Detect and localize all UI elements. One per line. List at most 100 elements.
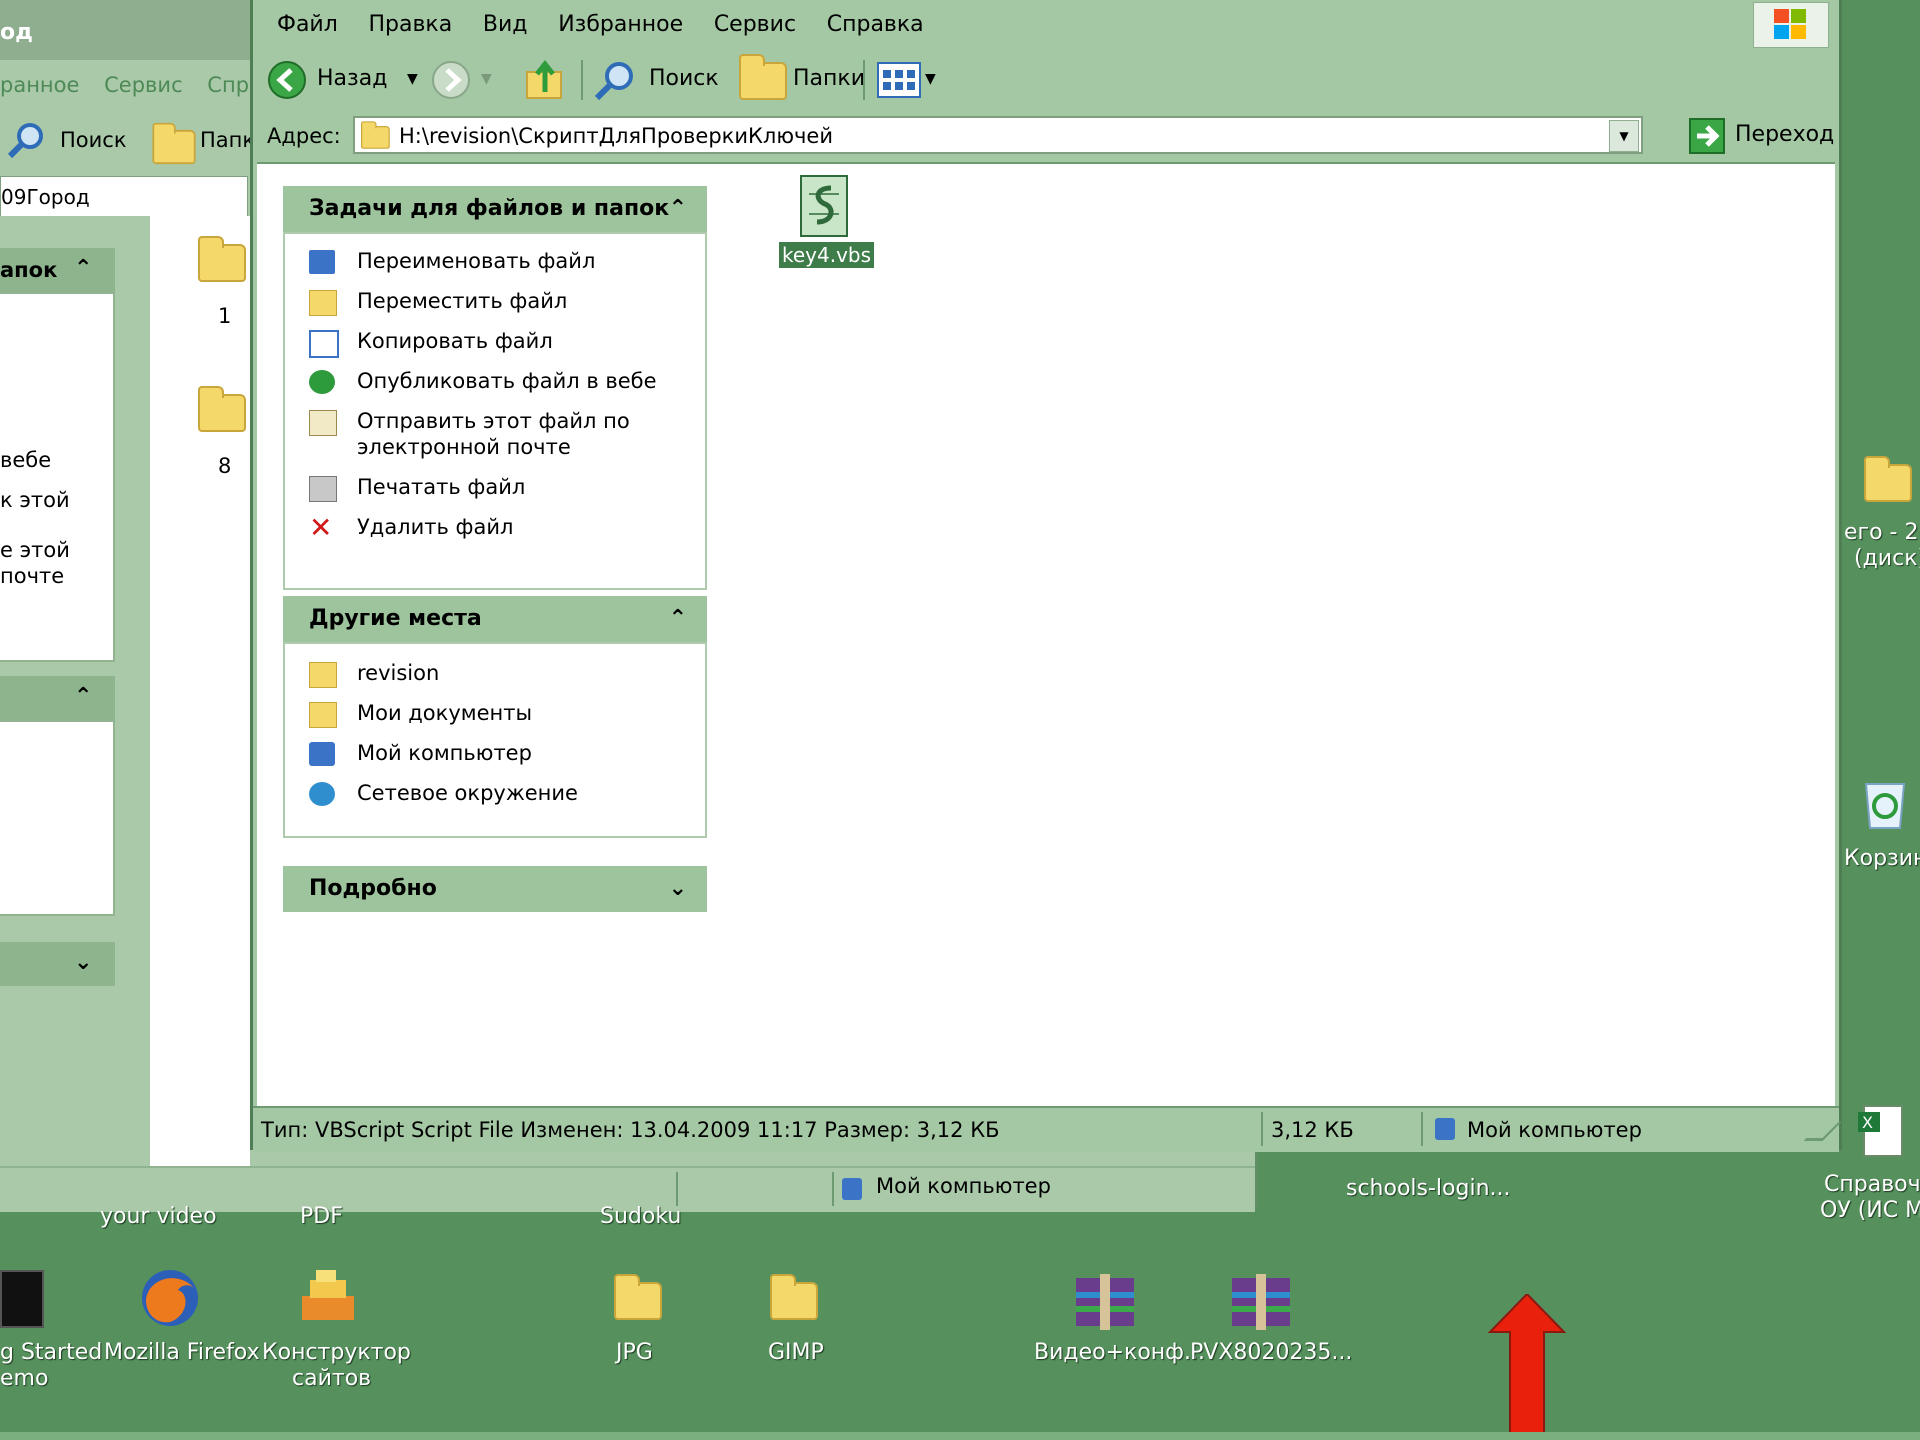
desktop-icon[interactable]: Видео+конф... [1030, 1270, 1205, 1380]
desktop-icon-label: g Started [0, 1340, 103, 1365]
bg-folder-column: 1 8 [150, 216, 250, 1166]
bg-address-field[interactable]: 09Город [0, 176, 248, 218]
desktop-icon-label: Корзин [1844, 846, 1920, 871]
desktop-icon-label: JPG [616, 1340, 653, 1365]
computer-icon [842, 1178, 862, 1200]
status-file-info: Тип: VBScript Script File Изменен: 13.04… [261, 1118, 1000, 1142]
address-field[interactable]: H:\revision\СкриптДляПроверкиКлючей ▼ [353, 116, 1643, 154]
menu-help[interactable]: Справка [827, 1, 924, 49]
bg-task-fragment[interactable]: к этой [0, 488, 70, 512]
menu-edit[interactable]: Правка [368, 1, 452, 49]
archive-icon [1232, 1274, 1290, 1330]
search-label: Поиск [649, 66, 719, 91]
computer-icon [1435, 1118, 1455, 1140]
task-pane: Задачи для файлов и папок ⌃ Переименоват… [257, 164, 717, 1104]
collapse-icon[interactable]: ⌃ [74, 256, 92, 281]
bg-panel-header[interactable]: ⌄ [0, 942, 115, 986]
folder-icon [1864, 456, 1912, 502]
go-label: Переход [1735, 122, 1835, 147]
menu-service[interactable]: Сервис [714, 1, 796, 49]
go-arrow-icon [1689, 118, 1725, 154]
bg-menu-help[interactable]: Спр [207, 73, 249, 97]
documents-icon [309, 702, 337, 728]
tasks-panel: Переименовать файл Переместить файл Копи… [283, 232, 707, 590]
rename-icon [309, 250, 335, 274]
desktop-icon[interactable]: JPG [600, 1270, 680, 1380]
desktop-icon[interactable]: PVX8020235... [1186, 1270, 1352, 1380]
expand-icon[interactable]: ⌄ [74, 950, 92, 975]
desktop-icon-label: Mozilla Firefox [104, 1340, 260, 1365]
tasks-panel-header[interactable]: Задачи для файлов и папок ⌃ [283, 186, 707, 232]
collapse-icon[interactable]: ⌃ [74, 684, 92, 709]
folders-icon [739, 54, 787, 100]
bg-folders-button[interactable]: Папк [200, 128, 255, 152]
menu-view[interactable]: Вид [483, 1, 528, 49]
desktop-icon-label: Справочн [1824, 1172, 1920, 1197]
bg-places-panel [0, 720, 115, 916]
desktop-label: your video [100, 1204, 217, 1229]
desktop-icon-label: Конструктор [262, 1340, 411, 1365]
bg-task-fragment[interactable]: е этой [0, 538, 70, 562]
up-folder-icon[interactable] [523, 58, 567, 102]
address-value: H:\revision\СкриптДляПроверкиКлючей [399, 124, 833, 148]
search-icon [7, 123, 43, 159]
desktop-icon[interactable]: g Started emo [0, 1270, 103, 1391]
bg-panel-title: апок [0, 258, 58, 282]
desktop-icon[interactable]: Mozilla Firefox [100, 1266, 260, 1386]
bg-menu-service[interactable]: Сервис [104, 73, 182, 97]
folder-icon[interactable] [198, 236, 246, 282]
folder-icon [614, 1274, 662, 1320]
file-item[interactable]: key4.vbs [767, 174, 877, 284]
collapse-icon[interactable]: ⌃ [669, 186, 687, 232]
address-label: Адрес: [267, 124, 341, 148]
desktop-icon[interactable]: Конструктор сайтов [260, 1266, 411, 1396]
details-panel-header[interactable]: Подробно ⌄ [283, 866, 707, 912]
desktop-label: Sudoku [600, 1204, 682, 1229]
desktop-icon-label: сайтов [292, 1366, 372, 1391]
dropdown-arrow-icon[interactable]: ▼ [407, 56, 418, 102]
back-arrow-icon [268, 61, 306, 99]
desktop-icon[interactable]: GIMP [756, 1270, 836, 1380]
bg-task-fragment[interactable]: почте [0, 564, 64, 588]
bg-task-fragment[interactable]: вебе [0, 448, 51, 472]
bg-window-title-bar[interactable]: од [0, 0, 250, 60]
resize-grip-icon[interactable] [1803, 1122, 1842, 1141]
bg-task-pane: апок ⌃ вебе к этой е этой почте ⌃ ⌄ 1 8 [0, 216, 250, 1172]
move-icon [309, 290, 337, 316]
folders-label: Папки [793, 66, 865, 91]
dropdown-arrow-icon: ▼ [925, 71, 936, 87]
mail-icon [309, 410, 337, 436]
desktop-icon[interactable]: Корзин [1844, 770, 1920, 880]
bg-search-button[interactable]: Поиск [60, 128, 127, 152]
menu-favorites[interactable]: Избранное [558, 1, 683, 49]
delete-icon: ✕ [309, 511, 333, 544]
forward-arrow-icon [432, 61, 470, 99]
red-arrow-annotation [1488, 1294, 1566, 1440]
bg-panel-header[interactable]: апок ⌃ [0, 248, 115, 292]
print-icon [309, 476, 337, 502]
bg-window-title: од [0, 20, 33, 45]
bg-panel-header[interactable]: ⌃ [0, 676, 115, 720]
taskbar[interactable] [0, 1432, 1920, 1440]
computer-icon [309, 742, 335, 766]
collapse-icon[interactable]: ⌃ [669, 596, 687, 642]
copy-icon [309, 330, 339, 358]
address-dropdown-button[interactable]: ▼ [1609, 120, 1639, 152]
desktop-icon[interactable]: его - 20 (диск) [1844, 450, 1920, 580]
folders-icon [152, 122, 196, 165]
places-panel-header[interactable]: Другие места ⌃ [283, 596, 707, 642]
menu-file[interactable]: Файл [277, 1, 338, 49]
explorer-window[interactable]: Файл Правка Вид Избранное Сервис Справка… [250, 0, 1842, 1152]
dropdown-arrow-icon[interactable]: ▼ [481, 56, 492, 102]
expand-icon[interactable]: ⌄ [669, 866, 687, 912]
publish-icon [309, 370, 335, 394]
desktop-label[interactable]: schools-login... [1346, 1176, 1511, 1202]
firefox-icon [142, 1270, 198, 1326]
views-icon [877, 62, 921, 98]
bg-status-location: Мой компьютер [876, 1174, 1051, 1198]
bg-menu-favorites[interactable]: ранное [0, 73, 79, 97]
menu-bar: Файл Правка Вид Избранное Сервис Справка [253, 0, 1839, 48]
desktop-icon-label: Видео+конф... [1034, 1340, 1205, 1365]
desktop-icon-label: (диск) [1854, 546, 1920, 571]
folder-icon[interactable] [198, 386, 246, 432]
